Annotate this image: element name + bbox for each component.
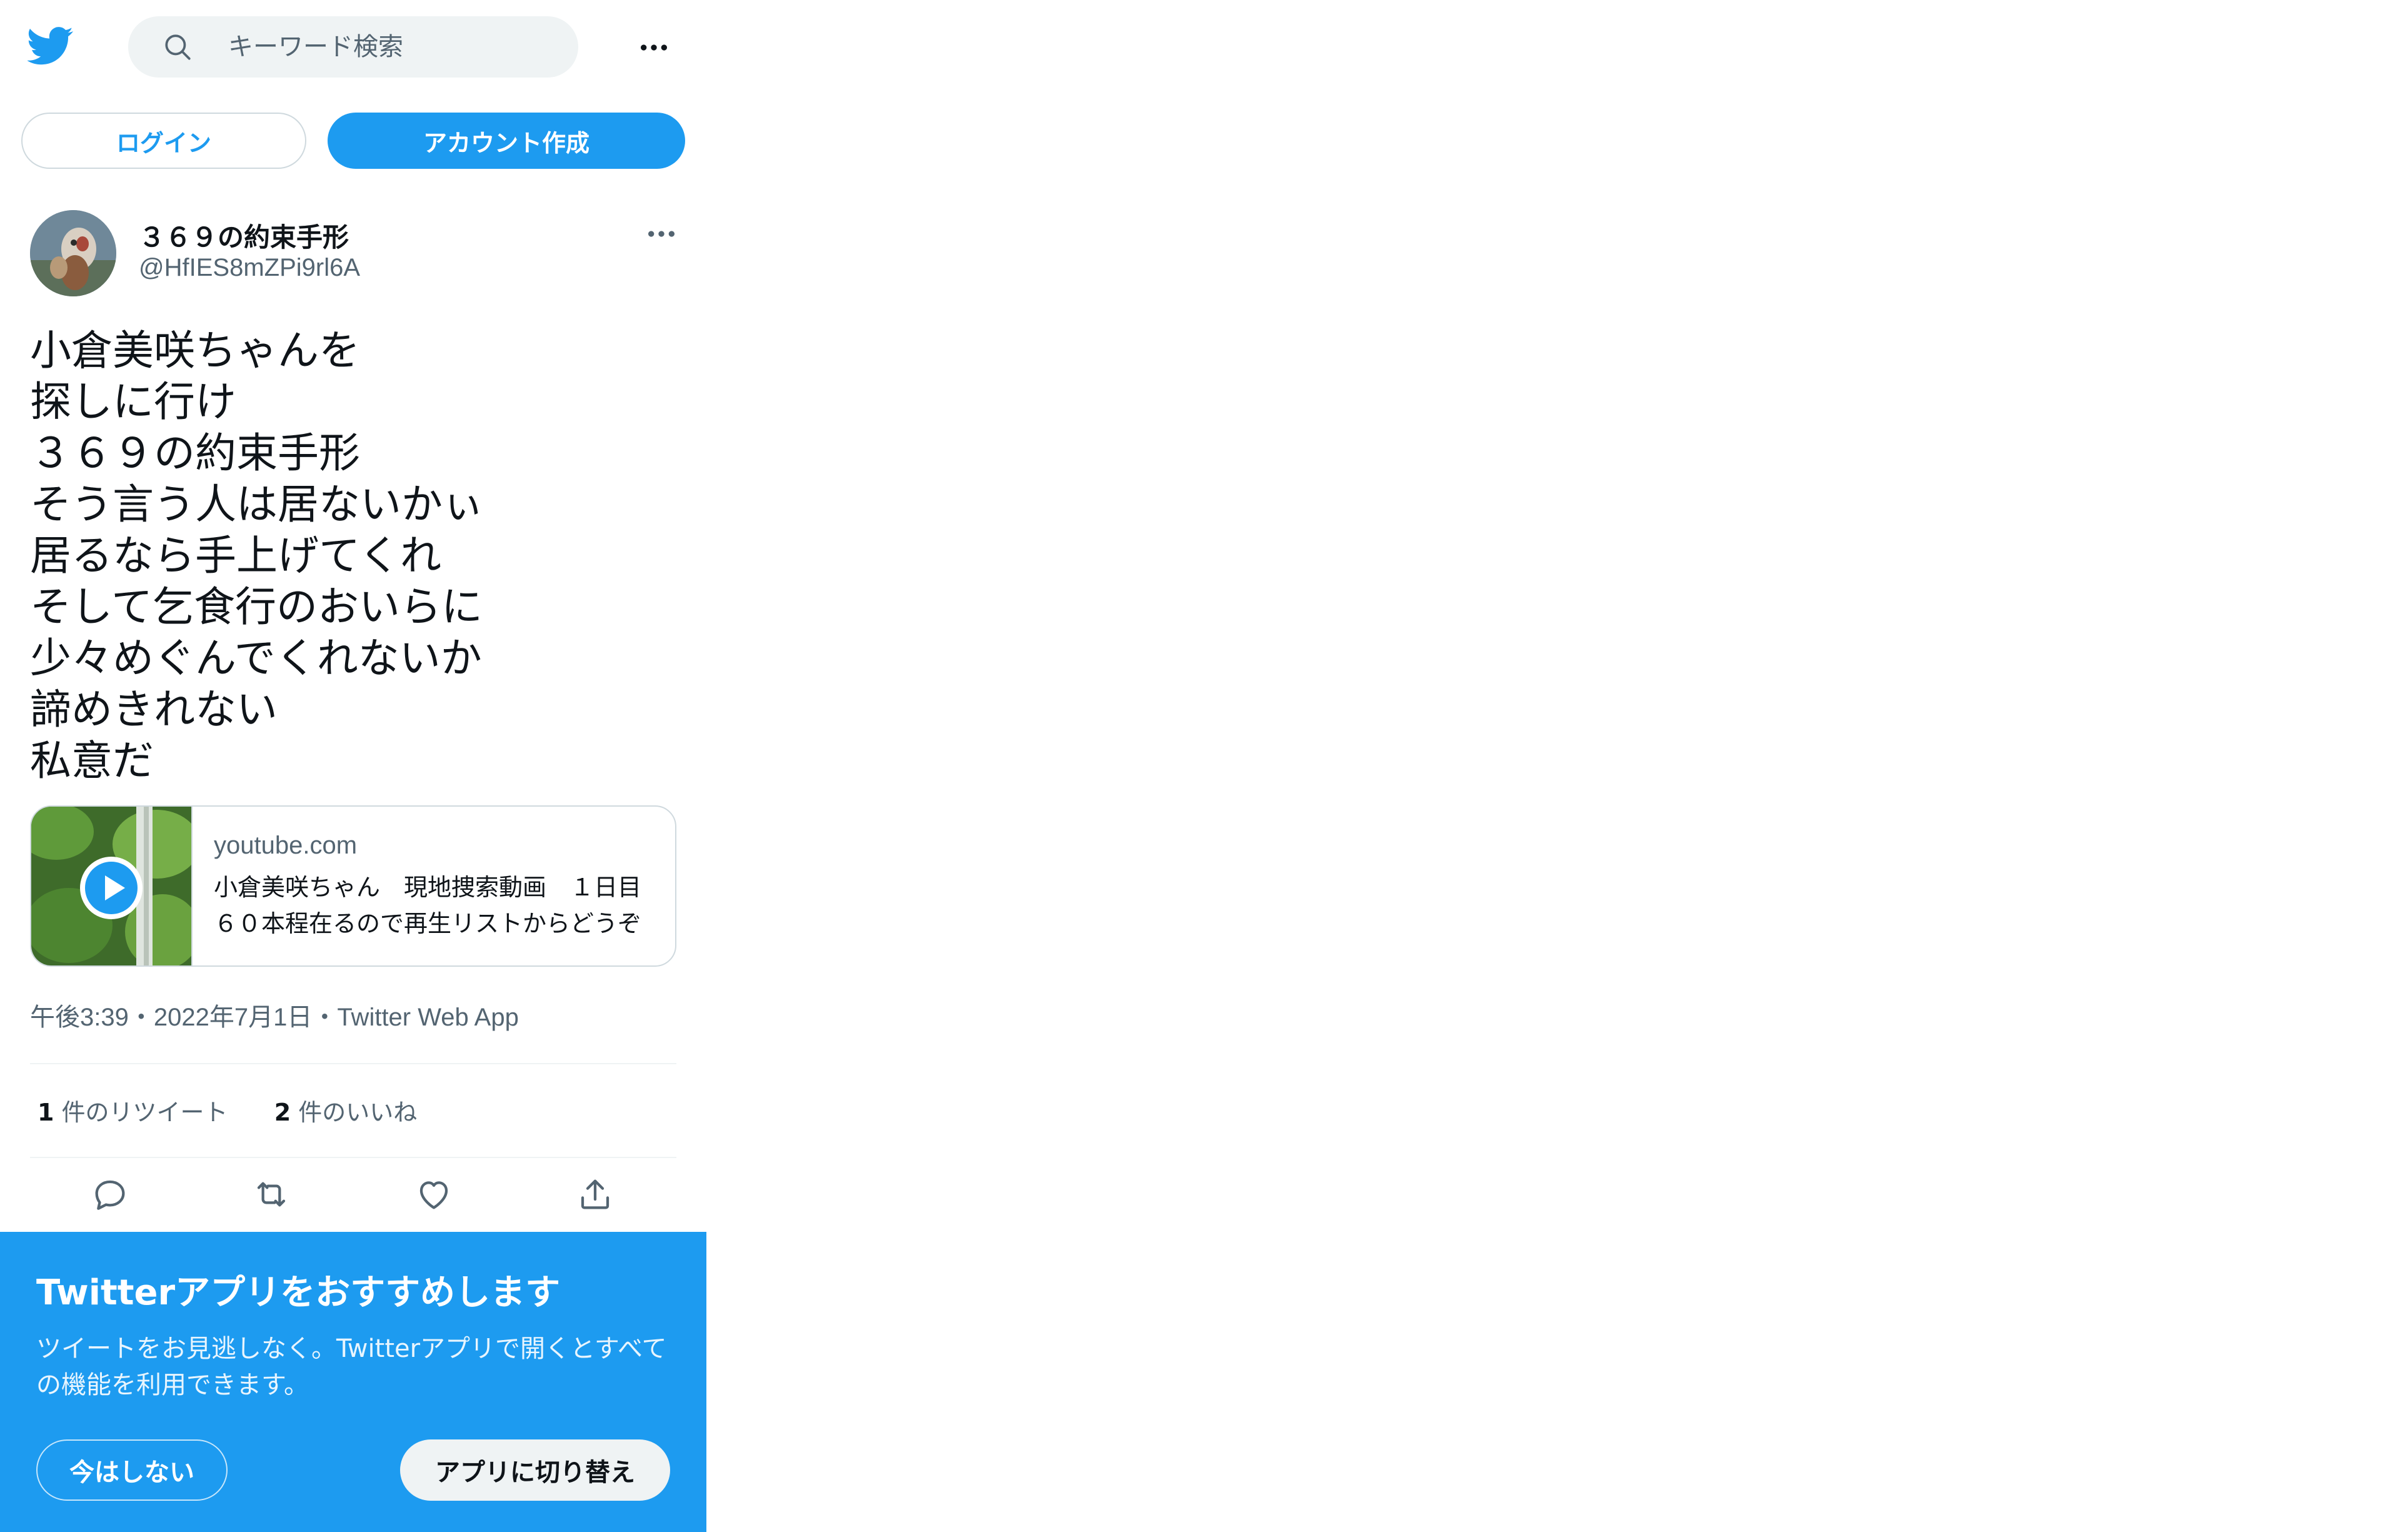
tweet-line: 小倉美咲ちゃんを	[30, 326, 360, 375]
likes-count[interactable]: 2	[274, 1099, 291, 1126]
play-icon[interactable]	[80, 857, 143, 919]
tweet-line: 居るなら手上げてくれ	[30, 532, 442, 580]
display-name[interactable]: ３６９の約束手形	[139, 216, 349, 254]
link-card[interactable]: youtube.com 小倉美咲ちゃん 現地捜索動画 １日目 ６０本程在るので再…	[30, 805, 676, 967]
twitter-bird-icon[interactable]	[28, 23, 74, 69]
retweet-icon[interactable]	[251, 1174, 291, 1214]
top-bar	[0, 0, 706, 94]
not-now-button[interactable]: 今はしない	[36, 1439, 228, 1501]
likes-label[interactable]: 件のいいね	[298, 1099, 417, 1126]
banner-title: Twitterアプリをおすすめします	[36, 1272, 561, 1313]
mobile-view: ログイン アカウント作成 ３６９の約束手形 @HfIES8mZPi9rl6A 小…	[0, 0, 706, 1532]
user-handle[interactable]: @HfIES8mZPi9rl6A	[139, 254, 360, 282]
search-icon	[165, 34, 191, 60]
tweet-stats: 1 件のリツイート 2 件のいいね	[38, 1093, 417, 1127]
tweet-timestamp[interactable]: 午後3:39・2022年7月1日・Twitter Web App	[30, 997, 519, 1033]
card-domain: youtube.com	[214, 832, 358, 859]
divider	[30, 1063, 676, 1064]
tweet-text: 小倉美咲ちゃんを 探しに行け ３６９の約束手形 そう言う人は居ないかぃ 居るなら…	[30, 325, 680, 787]
tweet-more-icon[interactable]	[644, 225, 679, 243]
tweet-line: 少々めぐんでくれないか	[30, 634, 482, 682]
tweet-line: そして乞食行のおいらに	[30, 583, 483, 631]
more-horizontal-icon[interactable]	[636, 30, 671, 65]
app-promo-banner: Twitterアプリをおすすめします ツイートをお見逃しなく。Twitterアプ…	[0, 1232, 706, 1532]
divider	[30, 1157, 676, 1158]
tweet-line: ３６９の約束手形	[30, 429, 360, 477]
tweet-line: 諦めきれない	[30, 685, 278, 733]
reply-icon[interactable]	[90, 1174, 130, 1214]
share-icon[interactable]	[575, 1174, 615, 1214]
search-input[interactable]	[228, 16, 566, 78]
switch-to-app-button[interactable]: アプリに切り替え	[400, 1439, 670, 1501]
tweet-line: 私意だ	[30, 737, 154, 785]
card-title: 小倉美咲ちゃん 現地捜索動画 １日目 ６０本程在るので再生リストからどうぞ	[214, 874, 664, 937]
avatar[interactable]	[30, 210, 116, 296]
retweets-count[interactable]: 1	[38, 1099, 54, 1126]
avatar-image	[30, 210, 116, 296]
retweets-label[interactable]: 件のリツイート	[62, 1099, 228, 1126]
signup-button[interactable]: アカウント作成	[328, 113, 685, 169]
tweet-line: 探しに行け	[30, 378, 236, 426]
tweet-line: そう言う人は居ないかぃ	[30, 480, 484, 528]
like-icon[interactable]	[414, 1174, 454, 1214]
page: ログイン アカウント作成 ３６９の約束手形 @HfIES8mZPi9rl6A 小…	[0, 0, 2408, 1532]
login-button[interactable]: ログイン	[21, 113, 306, 169]
search-box[interactable]	[128, 16, 578, 78]
banner-text: ツイートをお見逃しなく。Twitterアプリで開くとすべての機能を利用できます。	[36, 1334, 667, 1399]
